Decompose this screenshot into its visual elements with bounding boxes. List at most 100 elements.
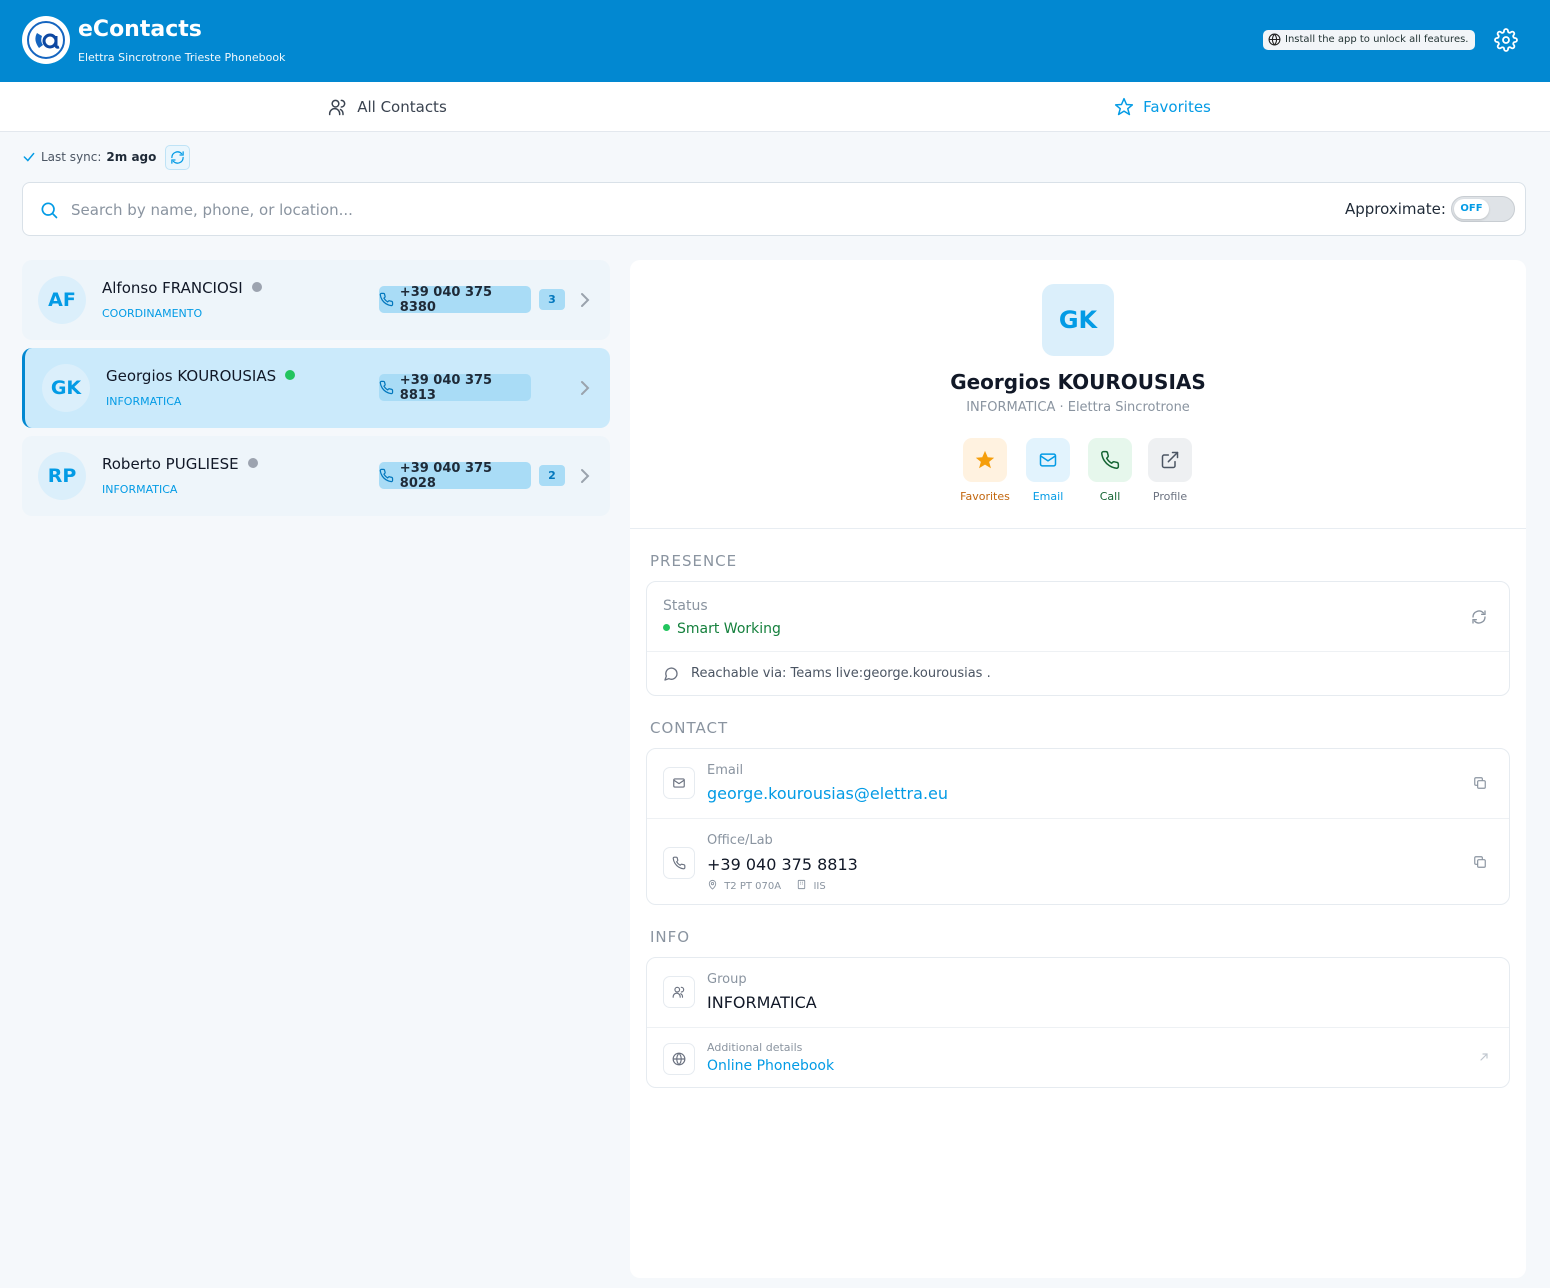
contact-name: Georgios KOUROUSIAS [106, 367, 296, 385]
office-location: T2 PT 070A IIS [707, 879, 826, 892]
group-value: INFORMATICA [707, 993, 817, 1012]
chat-bubble-icon [664, 667, 678, 681]
app-logo [22, 16, 70, 64]
sync-refresh-button[interactable] [165, 144, 191, 170]
app-subtitle: Elettra Sincrotrone Trieste Phonebook [78, 51, 286, 64]
contact-phone-number: +39 040 375 8813 [399, 372, 493, 403]
contact-name: Roberto PUGLIESE [102, 455, 258, 473]
email-label: Email [1032, 490, 1064, 503]
call-button[interactable]: Call [1080, 438, 1140, 503]
presence-offline-dot [251, 282, 262, 292]
room-value: T2 PT 070A [724, 881, 782, 892]
presence-section-title: PRESENCE [650, 552, 738, 570]
favorites-button[interactable]: Favorites [955, 438, 1015, 503]
avatar: GK [42, 364, 90, 412]
settings-gear-icon[interactable] [1494, 28, 1518, 52]
search-bar: Approximate: OFF [22, 182, 1526, 236]
info-box: Group INFORMATICA Additional details Onl… [646, 957, 1510, 1088]
app-header: eContacts Elettra Sincrotrone Trieste Ph… [0, 0, 1550, 82]
phone-icon [379, 380, 394, 395]
presence-box: Status Smart Working Reachable via: Team… [646, 581, 1510, 696]
group-row-icon [663, 976, 695, 1008]
status-label: Status [663, 598, 708, 614]
refresh-status-icon[interactable] [1471, 609, 1487, 625]
office-lab-label: Office/Lab [707, 833, 773, 848]
search-input[interactable] [71, 197, 971, 223]
avatar: AF [38, 276, 86, 324]
contact-department: INFORMATICA [106, 395, 182, 408]
tab-favorites[interactable]: Favorites [775, 82, 1550, 132]
contact-section-title: CONTACT [650, 719, 729, 737]
detail-name: Georgios KOUROUSIAS [950, 370, 1206, 394]
search-icon [41, 202, 58, 219]
globe-icon [1268, 33, 1281, 46]
chevron-right-icon [581, 469, 590, 483]
approximate-toggle[interactable]: OFF [1451, 196, 1515, 222]
contact-phone-number: +39 040 375 8380 [399, 284, 493, 315]
detail-avatar: GK [1042, 284, 1114, 356]
profile-button[interactable]: Profile [1140, 438, 1200, 503]
extra-numbers-badge: 2 [539, 465, 565, 486]
phone-icon [379, 468, 394, 483]
online-phonebook-link[interactable]: Online Phonebook [707, 1058, 834, 1074]
building-value: IIS [813, 881, 826, 892]
users-icon [672, 986, 685, 998]
email-link[interactable]: george.kourousias@elettra.eu [707, 784, 948, 803]
install-app-text: Install the app to unlock all features. [1285, 34, 1469, 45]
group-row: Group INFORMATICA [647, 958, 1509, 1027]
divider [630, 528, 1526, 529]
additional-details-row[interactable]: Additional details Online Phonebook [647, 1027, 1509, 1088]
contact-name: Alfonso FRANCIOSI [102, 279, 262, 297]
presence-offline-dot [247, 458, 258, 468]
chevron-right-icon [581, 293, 590, 307]
avatar: RP [38, 452, 86, 500]
users-icon [329, 99, 346, 116]
sync-label: Last sync: [41, 150, 102, 164]
check-icon [23, 152, 35, 162]
office-phone-value[interactable]: +39 040 375 8813 [707, 855, 858, 874]
sync-status: Last sync: 2m ago [22, 144, 191, 170]
additional-details-icon [663, 1043, 695, 1075]
contact-card-georgios-kourousias[interactable]: GK Georgios KOUROUSIAS INFORMATICA +39 0… [22, 348, 610, 428]
mail-icon [673, 778, 685, 788]
contact-phone-number: +39 040 375 8028 [399, 460, 493, 491]
sync-value: 2m ago [106, 150, 157, 164]
contact-department: COORDINAMENTO [102, 307, 203, 320]
building-icon [798, 879, 806, 890]
detail-subtitle: INFORMATICA · Elettra Sincrotrone [966, 400, 1190, 415]
presence-online-dot [285, 370, 296, 380]
contact-phone-button[interactable]: +39 040 375 8380 [379, 284, 531, 315]
call-label: Call [1099, 490, 1121, 503]
install-app-banner[interactable]: Install the app to unlock all features. [1263, 30, 1475, 50]
refresh-icon [171, 150, 185, 164]
contact-phone-button[interactable]: +39 040 375 8028 [379, 460, 531, 491]
tab-favorites-label: Favorites [1143, 98, 1211, 116]
email-button[interactable]: Email [1018, 438, 1078, 503]
tab-all-contacts-label: All Contacts [357, 98, 447, 116]
copy-icon[interactable] [1473, 776, 1487, 790]
contact-card-alfonso-franciosi[interactable]: AF Alfonso FRANCIOSI COORDINAMENTO +39 0… [22, 260, 610, 340]
contact-detail-panel: GK Georgios KOUROUSIAS INFORMATICA · Ele… [630, 260, 1526, 1278]
tab-all-contacts[interactable]: All Contacts [0, 82, 775, 132]
tab-bar: All Contacts Favorites [0, 82, 1550, 132]
favorites-label: Favorites [960, 490, 1010, 503]
email-row-icon [663, 767, 695, 799]
copy-icon[interactable] [1473, 855, 1487, 869]
contact-box: Email george.kourousias@elettra.eu Offic… [646, 748, 1510, 905]
extra-numbers-badge: 3 [539, 289, 565, 310]
profile-label: Profile [1152, 490, 1188, 503]
app-title: eContacts [78, 17, 202, 42]
contact-card-roberto-pugliese[interactable]: RP Roberto PUGLIESE INFORMATICA +39 040 … [22, 436, 610, 516]
phone-row-icon [663, 847, 695, 879]
presence-reachable-row: Reachable via: Teams live:george.kourous… [647, 651, 1509, 696]
email-label: Email [707, 763, 744, 778]
phone-icon [379, 292, 394, 307]
detail-actions: Favorites Email Call Profile [960, 438, 1195, 508]
phone-icon [672, 856, 686, 870]
approximate-toggle-state: OFF [1454, 199, 1489, 219]
contact-phone-button[interactable]: +39 040 375 8813 [379, 372, 531, 403]
star-icon [1115, 97, 1134, 116]
chevron-right-icon [581, 381, 590, 395]
mail-icon [1039, 453, 1057, 467]
approximate-label: Approximate: [1345, 200, 1446, 218]
